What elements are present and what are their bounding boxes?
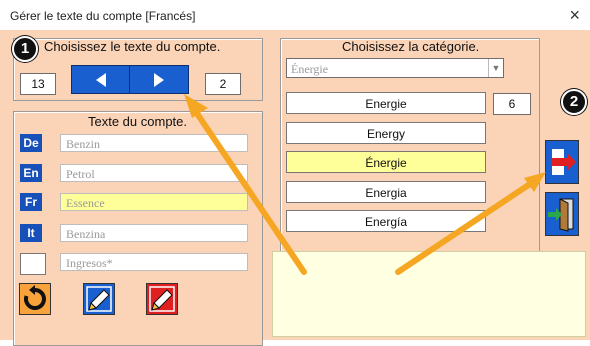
lang-label-it: It [20, 224, 42, 242]
transfer-icon [552, 149, 576, 175]
next-account-button[interactable] [129, 65, 189, 94]
lang-label-de: De [20, 134, 42, 152]
arrow-right-icon [154, 72, 164, 87]
reset-button[interactable] [19, 283, 51, 315]
text-group-title: Texte du compte. [88, 114, 187, 129]
account-text-fr-field[interactable]: Essence [60, 193, 248, 211]
account-index-box: 13 [20, 73, 56, 95]
category-group-title: Choisissez la catégorie. [342, 39, 480, 54]
category-item-1[interactable]: Energy [286, 122, 486, 144]
account-total-box: 2 [205, 73, 241, 95]
step-badge-2: 2 [561, 89, 587, 115]
arrow-left-icon [96, 72, 106, 87]
exit-door-icon [548, 198, 574, 232]
category-item-4[interactable]: Energía [286, 210, 486, 232]
close-icon[interactable]: × [569, 5, 580, 26]
category-item-2[interactable]: Énergie [286, 151, 486, 173]
pencil-icon [149, 286, 175, 312]
step-badge-1: 1 [12, 36, 38, 62]
account-text-custom-field[interactable]: Ingresos* [60, 253, 248, 271]
transfer-button[interactable] [545, 140, 579, 184]
account-group-title: Choisissez le texte du compte. [44, 39, 221, 54]
edit-custom-button[interactable] [146, 283, 178, 315]
account-text-en-field[interactable]: Petrol [60, 164, 248, 182]
title-bar: Gérer le texte du compte [Francés] × [0, 0, 590, 30]
category-item-0[interactable]: Energie [286, 92, 486, 114]
refresh-icon [24, 285, 46, 310]
window-title: Gérer le texte du compte [Francés] [10, 9, 196, 23]
lang-label-en: En [20, 164, 42, 182]
notes-area [272, 251, 586, 337]
pencil-icon [86, 286, 112, 312]
category-count-box: 6 [493, 93, 531, 115]
chevron-down-icon[interactable]: ▼ [488, 59, 503, 77]
category-dropdown-value: Énergie [291, 62, 329, 76]
previous-account-button[interactable] [71, 65, 131, 94]
account-text-de-field[interactable]: Benzin [60, 134, 248, 152]
dialog-client: 1 Choisissez le texte du compte. 13 2 Te… [0, 30, 590, 346]
account-text-it-field[interactable]: Benzina [60, 224, 248, 242]
exit-button[interactable] [545, 192, 579, 236]
category-item-3[interactable]: Energia [286, 181, 486, 203]
lang-label-custom [20, 253, 46, 275]
lang-label-fr: Fr [20, 193, 42, 211]
category-dropdown[interactable]: Énergie ▼ [286, 58, 504, 78]
edit-account-button[interactable] [83, 283, 115, 315]
